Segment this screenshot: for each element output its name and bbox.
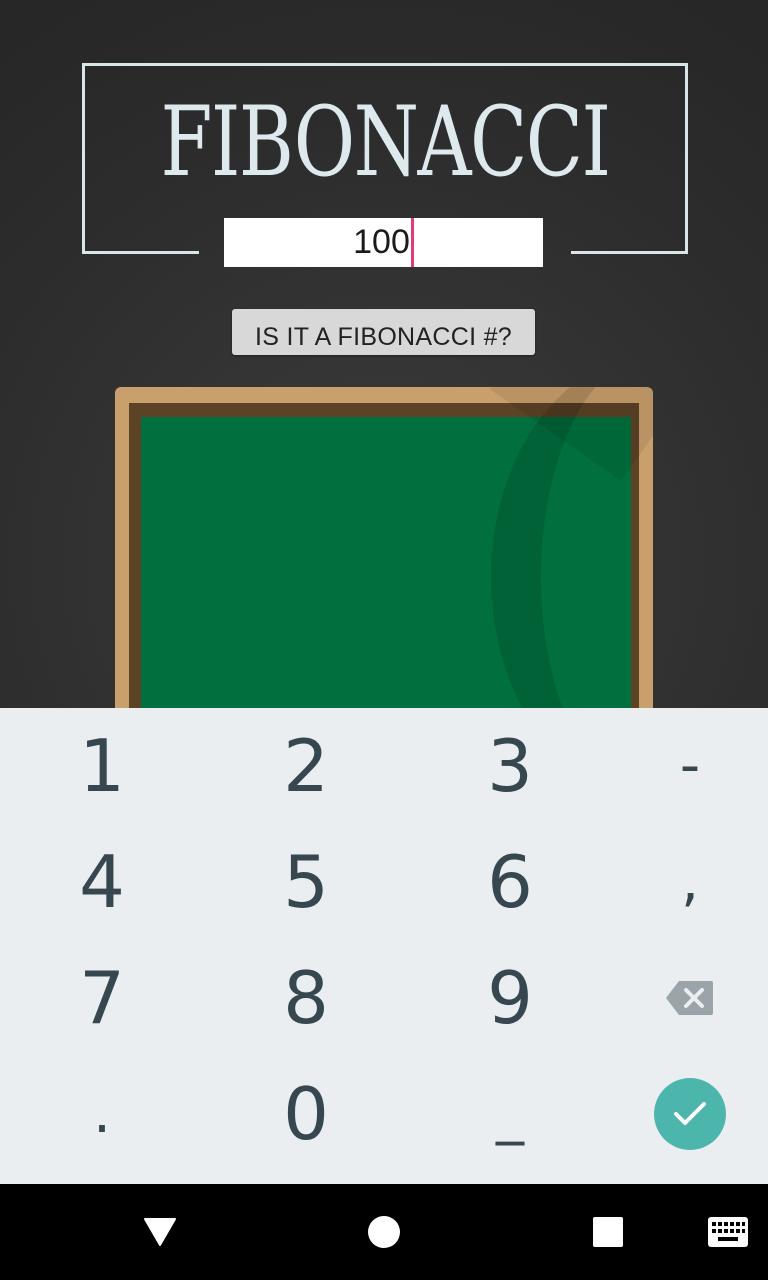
key-7[interactable]: 7: [6, 940, 198, 1056]
done-button[interactable]: [594, 1056, 768, 1172]
key-3[interactable]: 3: [414, 708, 606, 824]
done-icon: [654, 1078, 726, 1150]
key-9[interactable]: 9: [414, 940, 606, 1056]
keyboard-switch-icon[interactable]: [696, 1184, 760, 1280]
key-5[interactable]: 5: [210, 824, 402, 940]
chalkboard: [115, 387, 653, 708]
check-fibonacci-button[interactable]: IS IT A FIBONACCI #?: [232, 309, 535, 355]
key-minus[interactable]: -: [594, 708, 768, 824]
key-6[interactable]: 6: [414, 824, 606, 940]
system-nav-bar: [0, 1184, 768, 1280]
backspace-icon[interactable]: [594, 940, 768, 1056]
number-input[interactable]: 100: [224, 218, 543, 267]
numeric-keyboard: 1 2 3 - 4 5 6 , 7 8 9 . 0 _: [0, 708, 768, 1184]
app-screen: FIBONACCI 100 IS IT A FIBONACCI #?: [0, 0, 768, 708]
recents-icon[interactable]: [560, 1184, 656, 1280]
chalkboard-surface: [141, 387, 631, 708]
app-title: FIBONACCI: [160, 86, 611, 198]
key-comma[interactable]: ,: [594, 824, 768, 940]
key-period[interactable]: .: [6, 1056, 198, 1172]
home-icon[interactable]: [336, 1184, 432, 1280]
number-input-value: 100: [353, 223, 410, 261]
key-8[interactable]: 8: [210, 940, 402, 1056]
back-icon[interactable]: [112, 1184, 208, 1280]
text-cursor: [410, 218, 414, 267]
key-4[interactable]: 4: [6, 824, 198, 940]
key-1[interactable]: 1: [6, 708, 198, 824]
key-underscore[interactable]: _: [414, 1056, 606, 1172]
key-2[interactable]: 2: [210, 708, 402, 824]
key-0[interactable]: 0: [210, 1056, 402, 1172]
